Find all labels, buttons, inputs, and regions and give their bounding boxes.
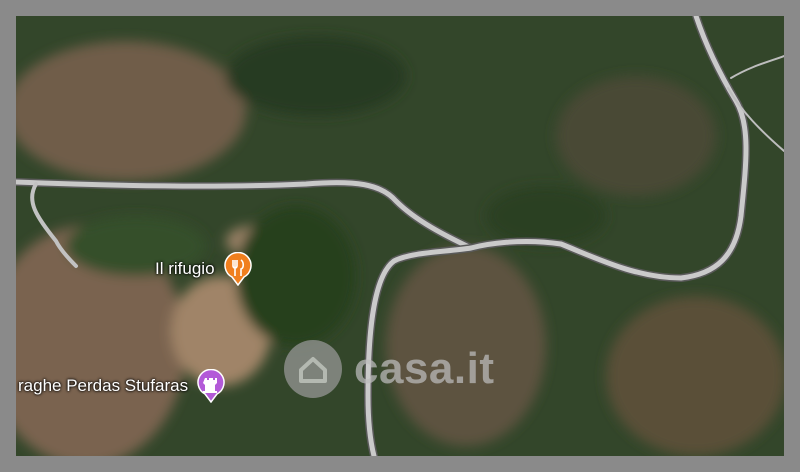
watermark-text: casa.it [354, 344, 495, 393]
house-logo-icon [284, 340, 342, 398]
poi-label: Il rifugio [155, 259, 215, 278]
casa-it-watermark: casa.it [284, 340, 494, 398]
poi-il-rifugio[interactable]: Il rifugio [155, 251, 253, 287]
restaurant-icon[interactable] [223, 251, 253, 287]
satellite-map[interactable]: Il rifugio raghe Perdas Stufaras casa.it [16, 16, 784, 456]
castle-icon[interactable] [196, 368, 226, 404]
poi-label: raghe Perdas Stufaras [18, 376, 189, 395]
poi-nuraghe-perdas-stufaras[interactable]: raghe Perdas Stufaras [18, 368, 226, 404]
